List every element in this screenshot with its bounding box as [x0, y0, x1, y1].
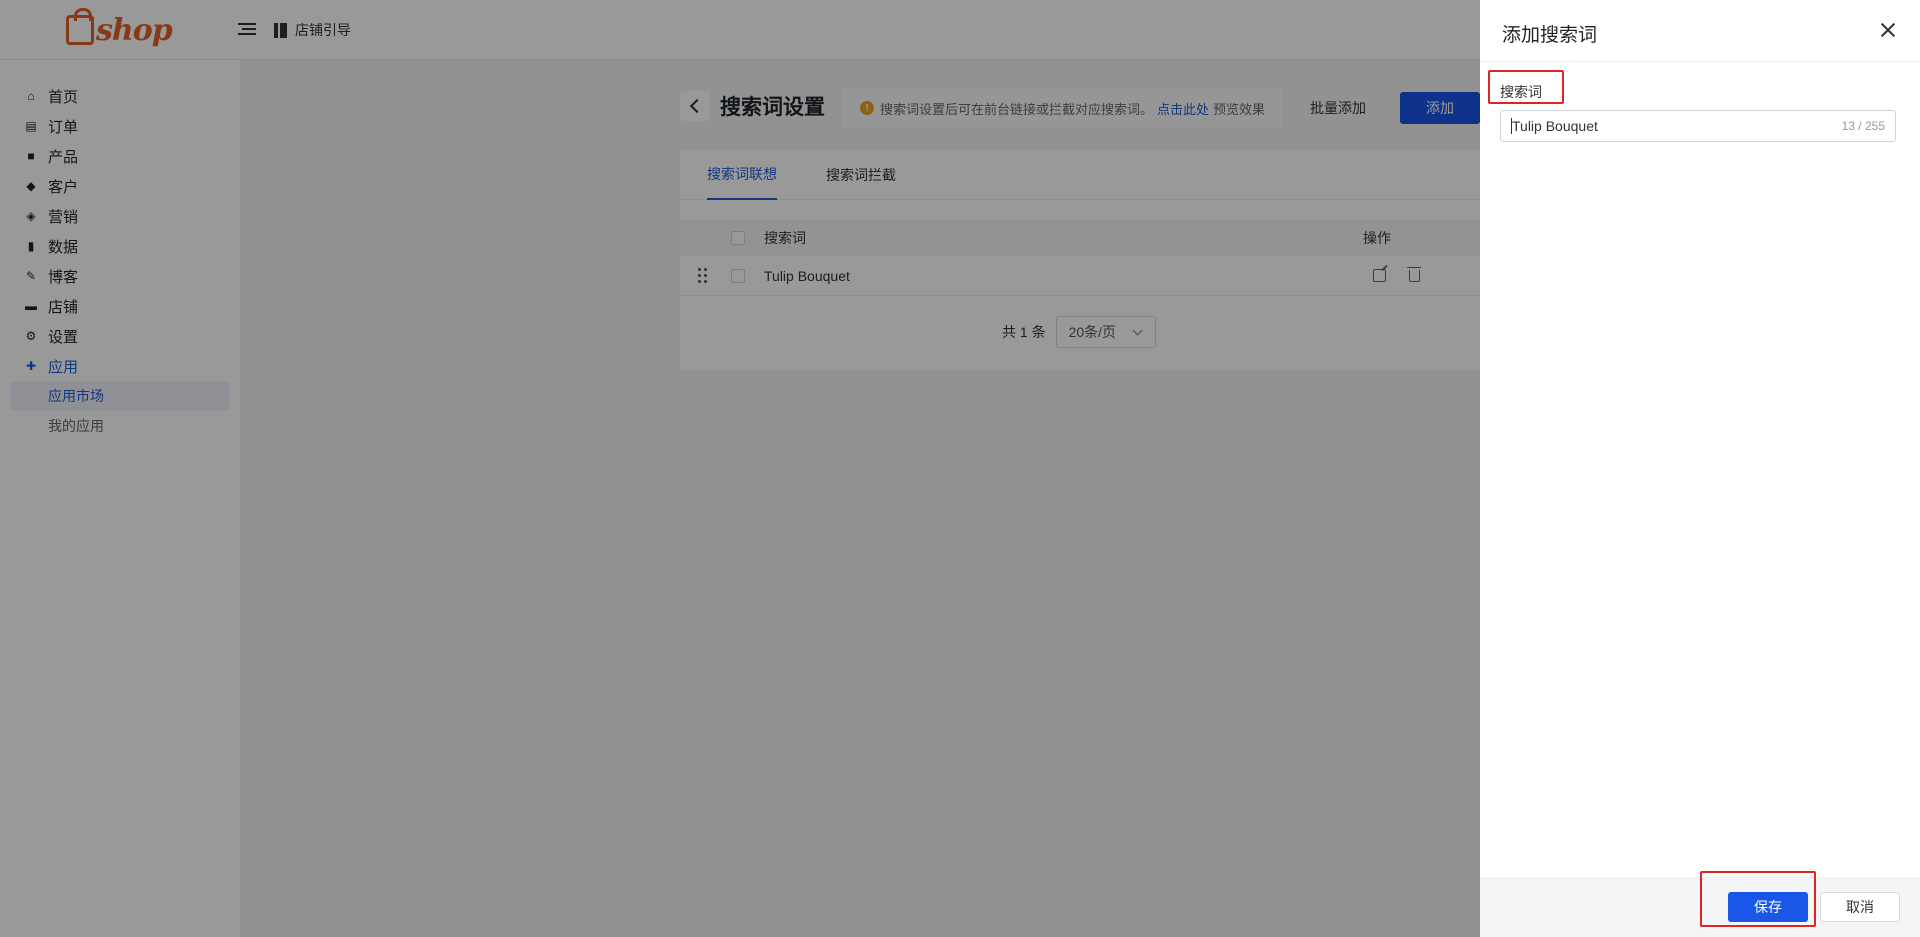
- close-icon[interactable]: [1878, 20, 1898, 40]
- save-button[interactable]: 保存: [1728, 892, 1808, 922]
- search-term-label: 搜索词: [1500, 84, 1542, 100]
- search-term-field[interactable]: 13 / 255: [1500, 110, 1896, 142]
- search-term-input[interactable]: [1512, 118, 1812, 134]
- char-counter: 13 / 255: [1841, 119, 1885, 133]
- drawer-header: 添加搜索词: [1480, 0, 1920, 62]
- drawer-title: 添加搜索词: [1502, 25, 1598, 46]
- cancel-button[interactable]: 取消: [1820, 892, 1900, 922]
- add-search-term-drawer: 添加搜索词 搜索词 13 / 255 保存 取消: [1480, 0, 1920, 937]
- modal-overlay[interactable]: [0, 0, 1480, 937]
